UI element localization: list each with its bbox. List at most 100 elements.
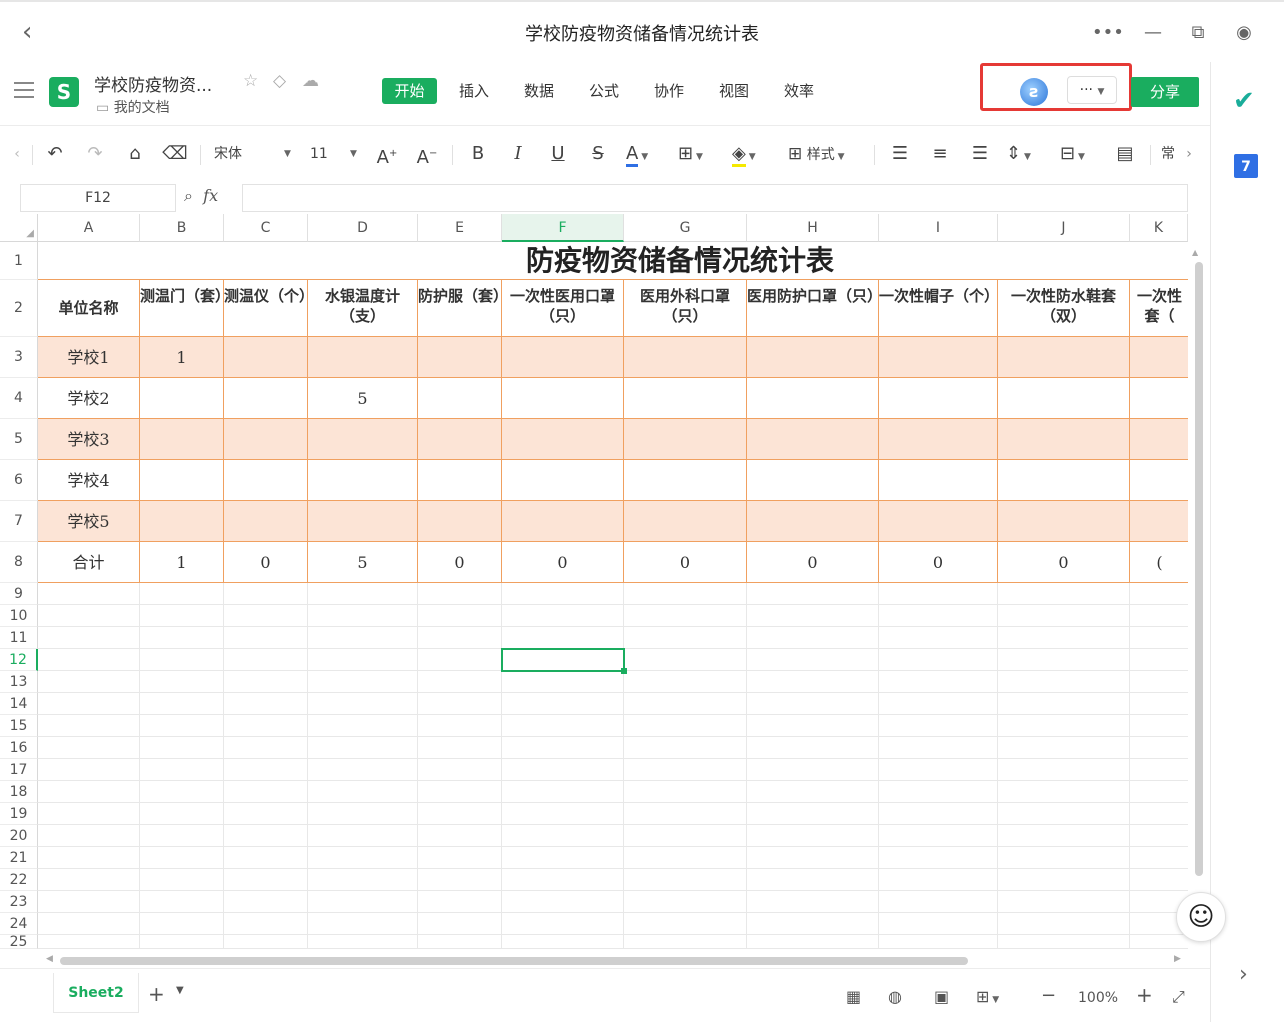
- empty-cell[interactable]: [308, 891, 418, 913]
- empty-cell[interactable]: [308, 781, 418, 803]
- empty-cell[interactable]: [998, 737, 1130, 759]
- empty-cell[interactable]: [879, 715, 998, 737]
- data-cell[interactable]: [140, 501, 224, 542]
- empty-cell[interactable]: [998, 693, 1130, 715]
- cloud-sync-icon[interactable]: ☁: [302, 71, 319, 91]
- spreadsheet-grid[interactable]: ◢ ABCDEFGHIJK 1 2 3 4 5 6 7 8 9 10 11 12 13 14 15 16 17 1…: [0, 214, 1210, 950]
- empty-cell[interactable]: [418, 847, 502, 869]
- cell-style-button[interactable]: ⊞ 样式 ▼: [788, 142, 864, 166]
- clear-format-icon[interactable]: ⌫: [162, 142, 188, 166]
- empty-cell[interactable]: [308, 913, 418, 935]
- empty-cell[interactable]: [140, 825, 224, 847]
- font-color-icon[interactable]: A ▼: [626, 142, 664, 167]
- empty-cell[interactable]: [747, 913, 879, 935]
- empty-cell[interactable]: [502, 935, 624, 949]
- empty-cell[interactable]: [418, 671, 502, 693]
- empty-cell[interactable]: [140, 671, 224, 693]
- empty-cell[interactable]: [38, 649, 140, 671]
- data-cell[interactable]: 1: [140, 337, 224, 378]
- empty-cell[interactable]: [308, 649, 418, 671]
- sheet-list-chevron-icon[interactable]: ▼: [176, 985, 184, 996]
- data-cell[interactable]: [308, 337, 418, 378]
- empty-cell[interactable]: [418, 935, 502, 949]
- empty-cell[interactable]: [624, 825, 747, 847]
- tab-view[interactable]: 视图: [710, 78, 758, 104]
- empty-cell[interactable]: [502, 825, 624, 847]
- empty-cell[interactable]: [747, 737, 879, 759]
- chart-view-icon[interactable]: ▣: [934, 987, 949, 1006]
- empty-cell[interactable]: [998, 869, 1130, 891]
- empty-cell[interactable]: [502, 627, 624, 649]
- data-cell[interactable]: [879, 337, 998, 378]
- horizontal-scrollbar[interactable]: [60, 957, 968, 965]
- data-cell[interactable]: [624, 460, 747, 501]
- empty-cell[interactable]: [418, 759, 502, 781]
- empty-cell[interactable]: [502, 869, 624, 891]
- empty-cell[interactable]: [308, 583, 418, 605]
- format-painter-icon[interactable]: ⌂: [122, 142, 148, 166]
- data-cell[interactable]: (: [1130, 542, 1188, 583]
- data-cell[interactable]: [1130, 378, 1188, 419]
- empty-cell[interactable]: [879, 891, 998, 913]
- empty-cell[interactable]: [140, 913, 224, 935]
- restore-icon[interactable]: ⧉: [1183, 18, 1213, 48]
- data-cell[interactable]: [308, 460, 418, 501]
- empty-cell[interactable]: [879, 825, 998, 847]
- global-check-icon[interactable]: ◍: [888, 987, 902, 1006]
- empty-cell[interactable]: [879, 935, 998, 949]
- header-cell[interactable]: 医用防护口罩（只）: [747, 280, 879, 337]
- empty-cell[interactable]: [998, 891, 1130, 913]
- empty-cell[interactable]: [224, 649, 308, 671]
- empty-cell[interactable]: [502, 781, 624, 803]
- empty-cell[interactable]: [502, 693, 624, 715]
- empty-cell[interactable]: [624, 605, 747, 627]
- more-options-button[interactable]: ··· ▼: [1067, 76, 1117, 104]
- empty-cell[interactable]: [418, 869, 502, 891]
- empty-cell[interactable]: [140, 605, 224, 627]
- empty-cell[interactable]: [879, 737, 998, 759]
- empty-cell[interactable]: [747, 715, 879, 737]
- unit-name-cell[interactable]: 学校4: [38, 460, 140, 501]
- active-cell-outline[interactable]: [501, 648, 625, 672]
- data-cell[interactable]: [224, 501, 308, 542]
- data-cell[interactable]: [502, 501, 624, 542]
- data-cell[interactable]: [747, 378, 879, 419]
- empty-cell[interactable]: [1130, 693, 1188, 715]
- header-cell[interactable]: 一次性防水鞋套（双）: [998, 280, 1130, 337]
- data-cell[interactable]: [879, 501, 998, 542]
- empty-cell[interactable]: [747, 891, 879, 913]
- scroll-right-icon[interactable]: ▶: [1174, 954, 1181, 964]
- zoom-out-button[interactable]: −: [1041, 985, 1056, 1006]
- empty-cell[interactable]: [224, 825, 308, 847]
- header-cell[interactable]: 单位名称: [38, 280, 140, 337]
- empty-cell[interactable]: [502, 583, 624, 605]
- unit-name-cell[interactable]: 合计: [38, 542, 140, 583]
- empty-cell[interactable]: [502, 715, 624, 737]
- wrap-text-icon[interactable]: ▤: [1112, 142, 1138, 166]
- data-cell[interactable]: [224, 419, 308, 460]
- empty-cell[interactable]: [747, 627, 879, 649]
- empty-cell[interactable]: [624, 847, 747, 869]
- empty-cell[interactable]: [224, 627, 308, 649]
- empty-cell[interactable]: [140, 803, 224, 825]
- empty-cell[interactable]: [418, 891, 502, 913]
- empty-cell[interactable]: [1130, 649, 1188, 671]
- empty-cell[interactable]: [624, 869, 747, 891]
- empty-cell[interactable]: [308, 737, 418, 759]
- tab-insert[interactable]: 插入: [450, 78, 498, 104]
- data-cell[interactable]: [308, 419, 418, 460]
- empty-cell[interactable]: [502, 759, 624, 781]
- empty-cell[interactable]: [308, 825, 418, 847]
- empty-cell[interactable]: [998, 913, 1130, 935]
- empty-cell[interactable]: [747, 605, 879, 627]
- empty-cell[interactable]: [747, 825, 879, 847]
- record-icon[interactable]: ◉: [1229, 18, 1259, 48]
- formula-input[interactable]: [242, 184, 1188, 212]
- scroll-left-icon[interactable]: ‹: [10, 142, 24, 166]
- empty-cell[interactable]: [1130, 825, 1188, 847]
- empty-cell[interactable]: [502, 737, 624, 759]
- data-cell[interactable]: [624, 419, 747, 460]
- tab-start[interactable]: 开始: [382, 78, 437, 104]
- empty-cell[interactable]: [224, 781, 308, 803]
- empty-cell[interactable]: [1130, 671, 1188, 693]
